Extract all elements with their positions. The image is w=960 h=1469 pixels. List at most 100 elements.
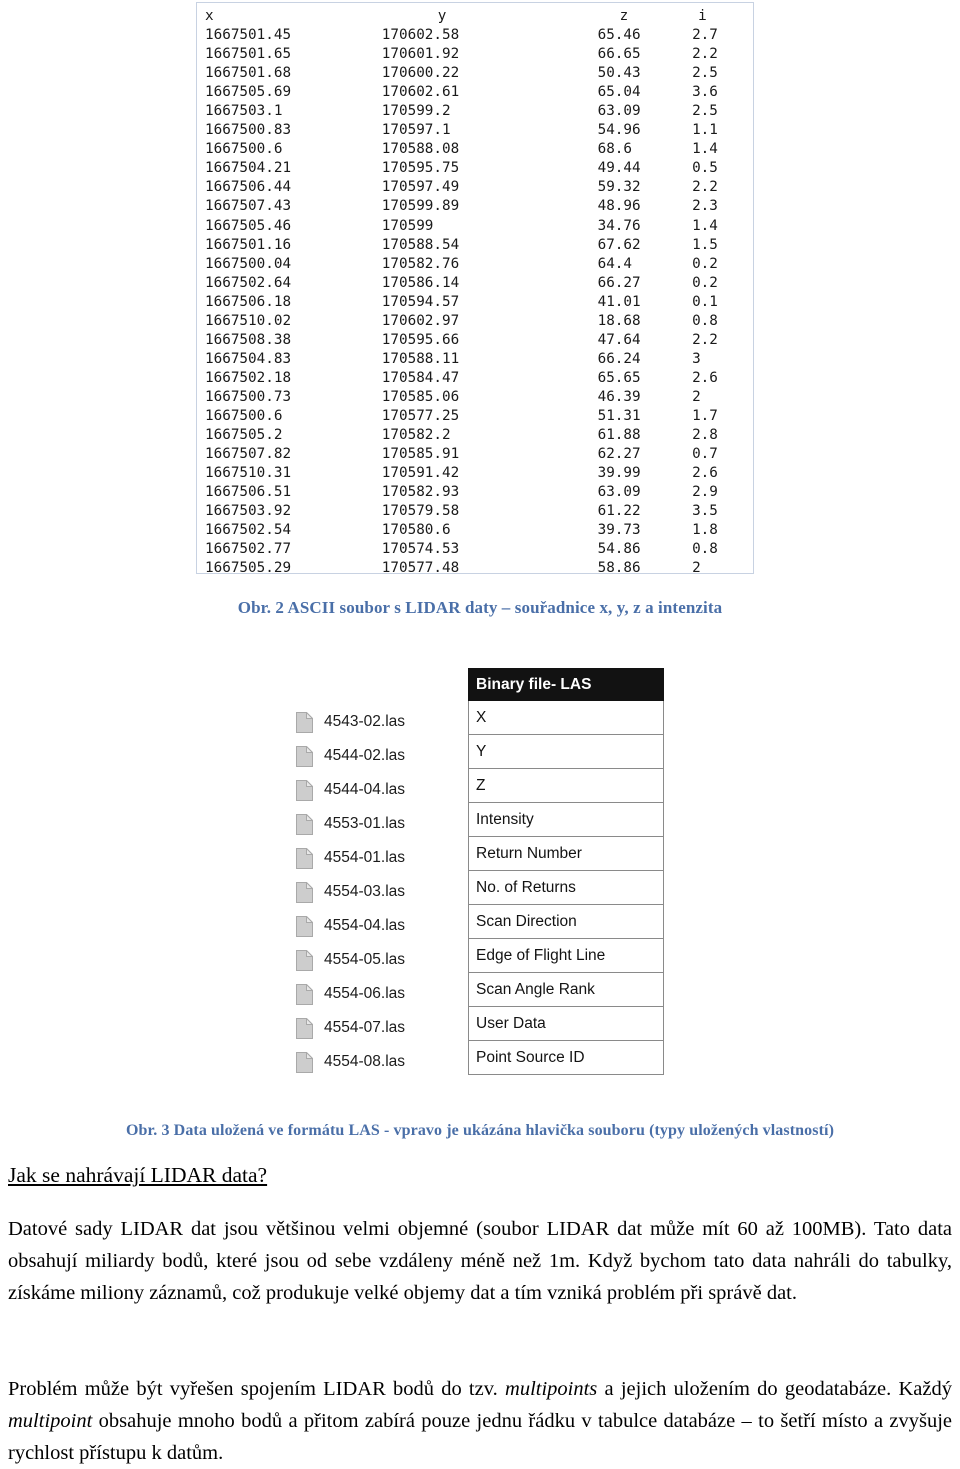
ascii-data-row: 1667500.04 170582.76 64.4 0.2: [205, 255, 753, 274]
figure-3-caption: Obr. 3 Data uložená ve formátu LAS - vpr…: [125, 1122, 834, 1139]
las-file-name: 4543-02.las: [324, 713, 406, 730]
las-field-label: Z: [468, 768, 664, 803]
ascii-cell-i: 0.5: [692, 160, 718, 177]
ascii-cell-z: 63.09: [597, 484, 641, 501]
las-field-row: Point Source ID: [468, 1040, 664, 1075]
ascii-cell-y: 170599.89: [381, 198, 460, 215]
ascii-cell-x: 1667500.83: [205, 122, 292, 139]
ascii-cell-y: 170597.49: [381, 179, 460, 196]
ascii-column-header-x: x: [205, 8, 214, 24]
ascii-cell-i: 2.7: [692, 27, 718, 44]
ascii-cell-x: 1667503.92: [205, 503, 292, 520]
las-file-item[interactable]: 4544-02.las: [296, 739, 466, 773]
ascii-cell-y: 170577.25: [381, 407, 460, 424]
ascii-data-row: 1667506.18 170594.57 41.01 0.1: [205, 293, 753, 312]
las-file-item[interactable]: 4554-04.las: [296, 909, 466, 943]
las-field-row: X: [468, 700, 664, 735]
las-file-item[interactable]: 4553-01.las: [296, 807, 466, 841]
las-header-row: Binary file- LAS: [468, 668, 664, 701]
ascii-table-body: x y z i 1667501.45 170602.58 65.46 2.7 1667501.6…: [205, 7, 753, 574]
ascii-cell-z: 46.39: [597, 388, 641, 405]
las-field-label: No. of Returns: [468, 870, 664, 905]
ascii-cell-z: 51.31: [597, 407, 641, 424]
las-file-item[interactable]: 4554-03.las: [296, 875, 466, 909]
ascii-cell-y: 170602.97: [381, 312, 460, 329]
file-icon: [296, 711, 313, 733]
ascii-data-row: 1667501.16 170588.54 67.62 1.5: [205, 236, 753, 255]
ascii-cell-z: 67.62: [597, 236, 641, 253]
ascii-cell-x: 1667501.68: [205, 65, 292, 82]
ascii-cell-x: 1667502.77: [205, 541, 292, 558]
las-field-label: X: [468, 700, 664, 735]
figure-2-caption: Obr. 2 ASCII soubor s LIDAR daty – souřa…: [237, 598, 723, 617]
ascii-cell-z: 48.96: [597, 198, 641, 215]
term-multipoints: multipoints: [505, 1378, 598, 1400]
las-file-item[interactable]: 4554-08.las: [296, 1045, 466, 1079]
ascii-cell-x: 1667502.54: [205, 522, 292, 539]
las-field-label: User Data: [468, 1006, 664, 1041]
section-heading: Jak se nahrávají LIDAR data?: [8, 1163, 268, 1187]
ascii-cell-z: 49.44: [597, 160, 641, 177]
ascii-cell-y: 170584.47: [381, 369, 460, 386]
ascii-cell-z: 39.73: [597, 522, 641, 539]
ascii-cell-y: 170582.2: [381, 427, 451, 444]
ascii-cell-y: 170585.91: [381, 446, 460, 463]
ascii-cell-x: 1667500.04: [205, 255, 292, 272]
ascii-cell-y: 170600.22: [381, 65, 460, 82]
las-field-row: No. of Returns: [468, 870, 664, 905]
file-icon: [296, 847, 313, 869]
ascii-cell-x: 1667501.45: [205, 27, 292, 44]
ascii-cell-y: 170588.08: [381, 141, 460, 158]
paragraph-2-part-1: Problém může být vyřešen spojením LIDAR …: [8, 1378, 506, 1400]
ascii-cell-x: 1667505.46: [205, 217, 292, 234]
las-field-label: Edge of Flight Line: [468, 938, 664, 973]
las-file-item[interactable]: 4543-02.las: [296, 705, 466, 739]
ascii-data-row: 1667500.6 170588.08 68.6 1.4: [205, 140, 753, 159]
ascii-cell-y: 170582.76: [381, 255, 460, 272]
ascii-cell-i: 2: [692, 388, 701, 405]
ascii-cell-x: 1667506.18: [205, 293, 292, 310]
las-file-item[interactable]: 4554-07.las: [296, 1011, 466, 1045]
ascii-data-row: 1667510.31 170591.42 39.99 2.6: [205, 464, 753, 483]
ascii-cell-x: 1667510.31: [205, 465, 292, 482]
ascii-cell-y: 170595.75: [381, 160, 460, 177]
ascii-cell-y: 170577.48: [381, 560, 460, 574]
ascii-cell-x: 1667506.44: [205, 179, 292, 196]
ascii-cell-i: 3.5: [692, 503, 718, 520]
ascii-data-row: 1667500.6 170577.25 51.31 1.7: [205, 407, 753, 426]
ascii-cell-y: 170582.93: [381, 484, 460, 501]
ascii-data-row: 1667507.82 170585.91 62.27 0.7: [205, 445, 753, 464]
las-file-name: 4553-01.las: [324, 815, 406, 832]
ascii-cell-z: 66.27: [597, 274, 641, 291]
ascii-cell-i: 2.5: [692, 65, 718, 82]
ascii-cell-z: 34.76: [597, 217, 641, 234]
las-field-row: Y: [468, 734, 664, 769]
las-file-item[interactable]: 4554-06.las: [296, 977, 466, 1011]
ascii-cell-i: 0.8: [692, 541, 718, 558]
ascii-cell-x: 1667507.82: [205, 446, 292, 463]
ascii-cell-z: 65.04: [597, 84, 641, 101]
ascii-data-row: 1667506.51 170582.93 63.09 2.9: [205, 483, 753, 502]
ascii-data-row: 1667500.73 170585.06 46.39 2: [205, 388, 753, 407]
las-file-item[interactable]: 4554-01.las: [296, 841, 466, 875]
ascii-cell-i: 0.2: [692, 274, 718, 291]
paragraph-multipoints: Problém může být vyřešen spojením LIDAR …: [8, 1373, 952, 1469]
ascii-data-row: 1667505.46 170599 34.76 1.4: [205, 217, 753, 236]
ascii-cell-x: 1667506.51: [205, 484, 292, 501]
ascii-data-row: 1667505.29 170577.48 58.86 2: [205, 559, 753, 574]
las-file-name: 4554-07.las: [324, 1019, 406, 1036]
ascii-cell-z: 65.65: [597, 369, 641, 386]
ascii-cell-x: 1667500.6: [205, 407, 283, 424]
ascii-cell-z: 64.4: [597, 255, 633, 272]
ascii-cell-z: 61.88: [597, 427, 641, 444]
ascii-cell-i: 0.8: [692, 312, 718, 329]
las-file-item[interactable]: 4554-05.las: [296, 943, 466, 977]
ascii-cell-z: 68.6: [597, 141, 633, 158]
ascii-cell-y: 170580.6: [381, 522, 451, 539]
las-file-list: 4543-02.las 4544-02.las 4544-04.las 4553-01…: [296, 705, 466, 1079]
ascii-data-row: 1667501.68 170600.22 50.43 2.5: [205, 64, 753, 83]
ascii-data-row: 1667505.2 170582.2 61.88 2.8: [205, 426, 753, 445]
ascii-cell-i: 1.1: [692, 122, 718, 139]
las-file-item[interactable]: 4544-04.las: [296, 773, 466, 807]
ascii-cell-i: 1.4: [692, 217, 718, 234]
